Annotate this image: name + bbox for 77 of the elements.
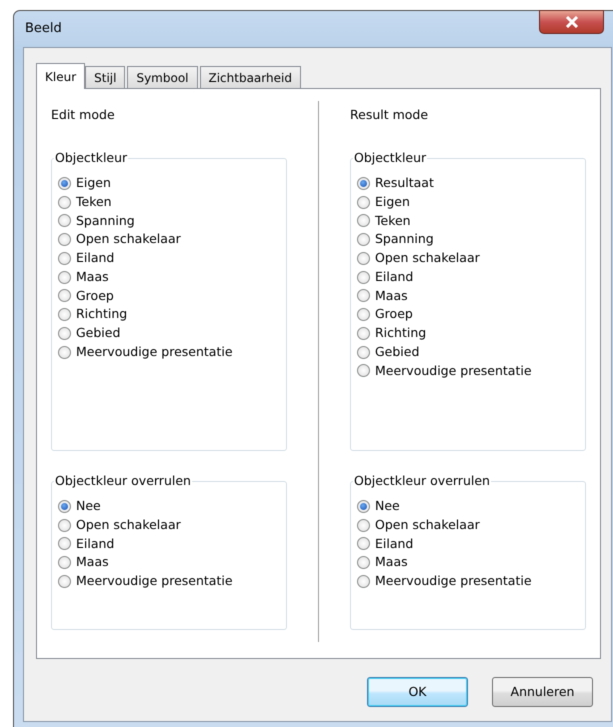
radio-label[interactable]: Open schakelaar [76,516,181,534]
radio-label[interactable]: Open schakelaar [375,249,480,268]
column-heading: Result mode [350,106,430,124]
radio-label[interactable]: Nee [375,497,400,516]
radio-button[interactable] [58,326,71,340]
radio-label[interactable]: Groep [76,286,114,306]
radio-button[interactable] [58,537,71,550]
radio-button[interactable] [58,196,71,209]
radio-label[interactable]: Richting [76,305,128,324]
close-icon [564,16,578,28]
radio-button[interactable] [58,252,71,265]
radio-button[interactable] [357,214,370,228]
tab[interactable]: Symbool [127,66,198,88]
radio-label[interactable]: Meervoudige presentatie [375,362,532,380]
tab[interactable]: Stijl [85,66,126,88]
radio-button[interactable] [58,556,71,570]
radio-button[interactable] [357,289,370,302]
radio-button[interactable] [357,518,370,532]
radio-button[interactable] [357,326,370,340]
radio-button[interactable] [357,500,370,513]
cancel-button[interactable]: Annuleren [492,677,593,707]
radio-button[interactable] [357,556,370,570]
radio-button[interactable] [357,176,370,190]
radio-button[interactable] [58,233,71,246]
radio-label[interactable]: Maas [375,286,408,306]
radio-button[interactable] [58,518,71,532]
radio-label[interactable]: Maas [375,553,408,572]
radio-button[interactable] [357,346,370,359]
radio-label[interactable]: Maas [76,268,109,286]
radio-label[interactable]: Richting [375,324,426,343]
column-heading: Edit mode [51,106,116,124]
group-label: Objectkleur [54,150,128,166]
group-label: Objectkleur overrulen [353,473,491,489]
radio-label[interactable]: Groep [375,305,413,324]
ok-button[interactable]: OK [367,677,468,707]
radio-label[interactable]: Open schakelaar [375,516,480,534]
radio-button[interactable] [357,308,370,322]
radio-button[interactable] [58,214,71,228]
radio-label[interactable]: Maas [76,553,109,572]
radio-button[interactable] [58,289,71,302]
radio-label[interactable]: Eiland [375,268,414,286]
group-label: Objectkleur overrulen [54,473,192,489]
radio-label[interactable]: Eigen [76,174,111,193]
radio-button[interactable] [58,176,71,190]
radio-label[interactable]: Spanning [76,212,135,230]
radio-label[interactable]: Eiland [76,249,114,268]
group-label: Objectkleur [353,150,428,166]
window-title: Beeld [25,20,62,38]
radio-button[interactable] [58,308,71,322]
tab[interactable]: Zichtbaarheid [200,66,301,88]
radio-label[interactable]: Gebied [76,324,120,343]
radio-label[interactable]: Meervoudige presentatie [76,572,233,591]
radio-button[interactable] [357,270,370,284]
radio-button[interactable] [357,537,370,550]
radio-button[interactable] [58,500,71,513]
close-button[interactable] [539,10,604,34]
radio-label[interactable]: Spanning [375,230,434,249]
radio-label[interactable]: Teken [76,192,112,212]
radio-button[interactable] [58,346,71,359]
radio-button[interactable] [357,574,370,588]
radio-label[interactable]: Eigen [375,192,410,212]
radio-label[interactable]: Meervoudige presentatie [375,572,532,591]
radio-label[interactable]: Nee [76,497,101,516]
radio-label[interactable]: Gebied [375,342,420,362]
radio-button[interactable] [357,252,370,265]
radio-button[interactable] [357,196,370,209]
radio-label[interactable]: Teken [375,212,411,230]
radio-button[interactable] [357,233,370,246]
radio-button[interactable] [357,364,370,378]
radio-button[interactable] [58,574,71,588]
radio-label[interactable]: Open schakelaar [76,230,181,249]
radio-button[interactable] [58,270,71,284]
radio-label[interactable]: Resultaat [375,174,434,193]
tab[interactable]: Kleur [36,63,86,89]
radio-label[interactable]: Eiland [375,534,414,554]
radio-label[interactable]: Meervoudige presentatie [76,342,233,362]
radio-label[interactable]: Eiland [76,534,114,554]
